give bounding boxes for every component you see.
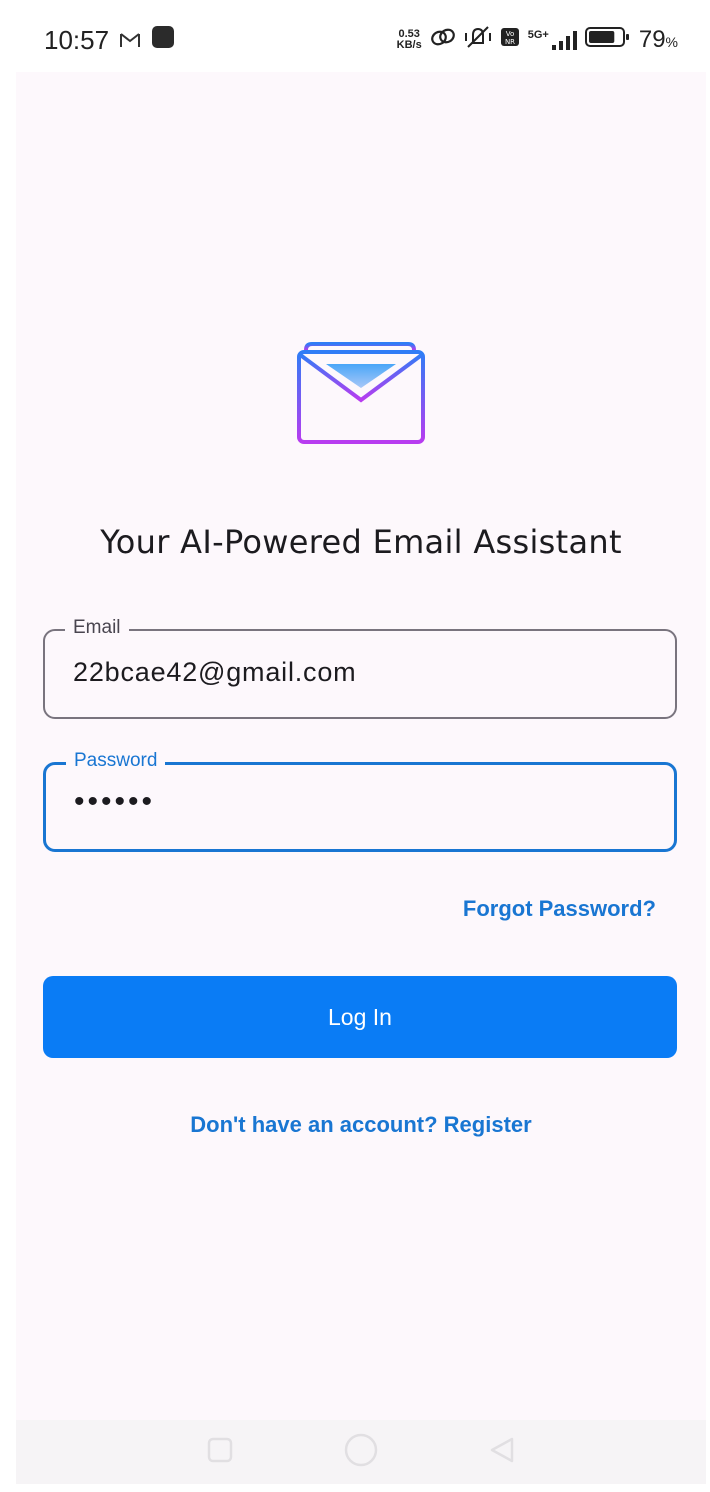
system-nav-bar <box>16 1420 706 1484</box>
app-logo <box>294 338 428 448</box>
back-button[interactable] <box>489 1436 515 1469</box>
square-icon <box>207 1437 233 1462</box>
vibrate-off-icon <box>464 25 492 56</box>
register-link[interactable]: Don't have an account? Register <box>16 1112 706 1138</box>
email-field[interactable]: Email 22bcae42@gmail.com <box>43 617 677 719</box>
password-label: Password <box>66 750 166 772</box>
signal-icon: 5G+ <box>528 29 577 51</box>
login-button-label: Log In <box>328 1003 392 1030</box>
password-value[interactable]: •••••• <box>74 785 155 819</box>
gmail-icon <box>119 25 141 56</box>
svg-text:Vo: Vo <box>505 30 514 38</box>
battery-icon <box>584 26 631 55</box>
battery-percent-value: 79 <box>638 26 666 53</box>
email-value[interactable]: 22bcae42@gmail.com <box>73 657 356 688</box>
recent-apps-button[interactable] <box>207 1437 233 1468</box>
app-tagline: Your AI-Powered Email Assistant <box>100 523 622 561</box>
password-field[interactable]: Password •••••• <box>43 750 677 852</box>
home-button[interactable] <box>343 1432 379 1473</box>
status-left: 10:57 <box>44 25 175 56</box>
email-label: Email <box>65 617 129 639</box>
volte-icon: Vo NR <box>500 26 520 54</box>
status-right: 0.53 KB/s Vo NR 5G+ 79% <box>397 25 678 56</box>
status-bar: 10:57 0.53 KB/s Vo NR 5G+ 79% <box>16 8 706 72</box>
battery-percent: 79% <box>639 26 678 54</box>
back-triangle-icon <box>490 1437 514 1462</box>
envelope-icon <box>297 342 425 444</box>
net-speed: 0.53 KB/s <box>397 29 422 51</box>
battery-percent-unit: % <box>665 34 678 50</box>
circle-icon <box>344 1433 378 1466</box>
status-time: 10:57 <box>44 24 110 55</box>
net-speed-unit: KB/s <box>396 39 422 51</box>
app-notification-icon <box>151 25 175 56</box>
svg-text:NR: NR <box>505 38 515 46</box>
link-icon <box>430 26 456 55</box>
login-button[interactable]: Log In <box>43 976 677 1058</box>
network-type: 5G+ <box>527 29 549 41</box>
app-screen: 10:57 0.53 KB/s Vo NR 5G+ 79% Your AI-Po… <box>16 8 706 1484</box>
forgot-password-link[interactable]: Forgot Password? <box>463 896 656 922</box>
